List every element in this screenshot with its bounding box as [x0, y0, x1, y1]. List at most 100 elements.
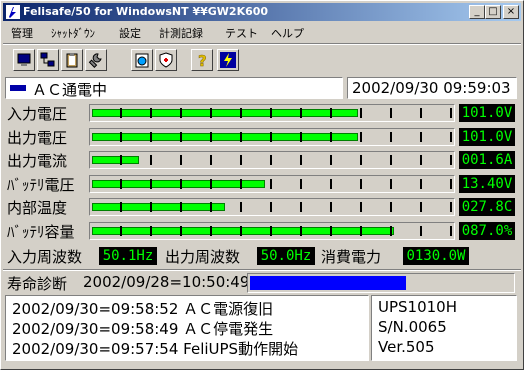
output-frequency-label: 出力周波数 [165, 248, 241, 266]
meter-label: 入力電圧 [7, 105, 68, 123]
meter-label: 出力電圧 [7, 129, 68, 147]
meter-scale [92, 202, 452, 212]
menu-settings[interactable]: 設定 [119, 25, 141, 41]
schedule-icon [135, 53, 149, 68]
meter-scale-tick [360, 155, 362, 165]
menu-help[interactable]: ヘルプ [271, 25, 304, 41]
meter-scale-tick [390, 179, 392, 189]
meter-scale-tick [120, 179, 122, 189]
meter-bar-track [89, 104, 455, 122]
device-version: Ver.505 [378, 338, 435, 356]
meter-scale [92, 155, 452, 165]
toolbar-schedule-button[interactable] [131, 49, 153, 71]
meter-label: 出力電流 [7, 152, 68, 170]
meter-scale-tick [330, 202, 332, 212]
meter-scale-tick [180, 132, 182, 142]
meter-scale [92, 108, 452, 118]
minimize-button[interactable]: _ [469, 5, 485, 19]
meter-scale [92, 132, 452, 142]
meter-scale-tick [360, 226, 362, 236]
menu-shutdown[interactable]: ｼｬｯﾄﾀﾞｳﾝ [51, 25, 95, 41]
meter-scale-tick [330, 155, 332, 165]
shield-icon [159, 52, 173, 68]
meter-scale-tick [330, 132, 332, 142]
toolbar-clipboard-button[interactable] [61, 49, 83, 71]
ac-status-text: ＡＣ通電中 [32, 81, 108, 99]
meter-label: ﾊﾞｯﾃﾘ容量 [7, 223, 75, 241]
meter-scale-tick [360, 132, 362, 142]
close-icon: × [506, 6, 516, 17]
event-log-panel[interactable]: 2002/09/30=09:58:52 ＡＣ電源復旧 2002/09/30=09… [5, 295, 369, 361]
toolbar-lightning-button[interactable] [217, 49, 239, 71]
meter-scale-tick [210, 179, 212, 189]
meter-bar-track [89, 222, 455, 240]
meter-scale-tick [180, 155, 182, 165]
toolbar-network-button[interactable] [37, 49, 59, 71]
meter-value: 101.0V [459, 128, 515, 146]
meter-scale-tick [210, 155, 212, 165]
meter-scale-tick [450, 226, 452, 236]
output-frequency-value: 50.0Hz [257, 247, 315, 265]
log-entry: 2002/09/30=09:58:49 ＡＣ停電発生 [12, 320, 274, 338]
meter-scale-tick [300, 179, 302, 189]
clock-panel: 2002/09/30 09:59:03 [347, 77, 517, 99]
diagnosis-progress-track [247, 273, 515, 293]
meter-scale-tick [360, 202, 362, 212]
meter-scale-tick [150, 179, 152, 189]
meter-scale-tick [300, 202, 302, 212]
svg-text:?: ? [198, 52, 207, 68]
meter-scale-tick [270, 226, 272, 236]
meter-scale-tick [240, 132, 242, 142]
meter-scale-tick [300, 108, 302, 118]
felisafe-app-icon[interactable] [6, 5, 20, 19]
maximize-button[interactable]: □ [485, 5, 501, 19]
meter-scale-tick [240, 202, 242, 212]
meter-scale-tick [300, 132, 302, 142]
meter-scale-tick [270, 155, 272, 165]
meter-scale-tick [270, 179, 272, 189]
meter-scale-tick [180, 179, 182, 189]
meter-scale-tick [150, 202, 152, 212]
meter-scale-tick [450, 132, 452, 142]
title-bar[interactable]: Felisafe/50 for WindowsNT ¥¥GW2K600 _ □ … [3, 3, 521, 21]
meter-scale-tick [120, 226, 122, 236]
toolbar-wrench-button[interactable] [85, 49, 107, 71]
meter-scale-tick [390, 155, 392, 165]
diagnosis-progress-fill [250, 276, 406, 290]
application-window: Felisafe/50 for WindowsNT ¥¥GW2K600 _ □ … [0, 0, 524, 370]
input-frequency-value: 50.1Hz [99, 247, 157, 265]
meter-scale-tick [330, 226, 332, 236]
meter-bar-track [89, 198, 455, 216]
meter-scale [92, 226, 452, 236]
toolbar-monitor-button[interactable] [13, 49, 35, 71]
meter-scale-tick [390, 226, 392, 236]
meter-scale-tick [450, 155, 452, 165]
meter-scale-tick [420, 179, 422, 189]
meter-scale-tick [120, 202, 122, 212]
diagnosis-label: 寿命診断 [7, 275, 68, 293]
maximize-icon: □ [488, 6, 498, 17]
toolbar-shield-button[interactable] [155, 49, 177, 71]
toolbar-help-button[interactable]: ? [191, 49, 213, 71]
menu-measurement-log[interactable]: 計測記録 [159, 25, 203, 41]
meter-bar-track [89, 151, 455, 169]
meter-scale-tick [150, 108, 152, 118]
menu-test[interactable]: テスト [225, 25, 258, 41]
menu-manage[interactable]: 管理 [11, 25, 33, 41]
meter-bar-track [89, 128, 455, 146]
meter-scale-tick [420, 202, 422, 212]
monitor-icon [17, 53, 31, 66]
meter-scale-tick [270, 202, 272, 212]
device-info-panel: UPS1010H S/N.0065 Ver.505 [371, 295, 517, 361]
meter-scale-tick [210, 132, 212, 142]
meter-scale-tick [450, 108, 452, 118]
meter-scale-tick [150, 226, 152, 236]
meter-value: 001.6A [459, 151, 515, 169]
window-title: Felisafe/50 for WindowsNT ¥¥GW2K600 [23, 5, 269, 18]
log-entry: 2002/09/30=09:57:54 FeliUPS動作開始 [12, 340, 299, 358]
close-button[interactable]: × [503, 5, 519, 19]
meter-scale-tick [420, 108, 422, 118]
current-datetime: 2002/09/30 09:59:03 [352, 79, 511, 97]
meter-scale-tick [240, 179, 242, 189]
meter-scale-tick [330, 179, 332, 189]
